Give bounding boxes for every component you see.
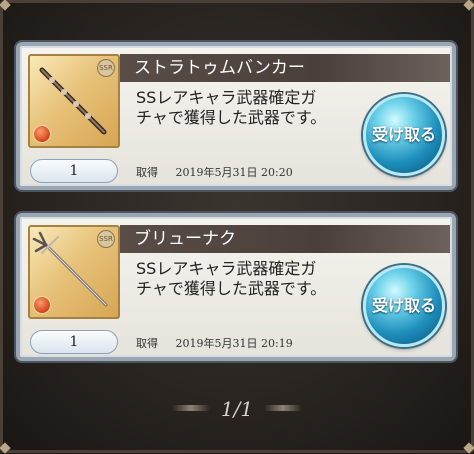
ssr-rarity-badge: SSR <box>97 59 115 77</box>
item-count: 1 <box>30 159 118 183</box>
item-description: SSレアキャラ武器確定ガ チャで獲得した武器です。 <box>136 88 350 128</box>
gift-item-card: SSR ブリューナク SSレアキャラ武器確定ガ チャで獲得した武器です。 1 取… <box>16 213 456 361</box>
frame-corner-ornament <box>463 0 474 11</box>
description-line: チャで獲得した武器です。 <box>136 279 327 298</box>
fire-element-icon <box>33 125 51 143</box>
weapon-thumbnail: SSR <box>28 54 120 148</box>
item-name: ストラトゥムバンカー <box>120 54 450 82</box>
description-line: SSレアキャラ武器確定ガ <box>136 88 317 107</box>
item-count: 1 <box>30 330 118 354</box>
fire-element-icon <box>33 296 51 314</box>
pager-next-ornament[interactable] <box>264 405 302 411</box>
ssr-rarity-badge: SSR <box>97 230 115 248</box>
receive-button[interactable]: 受け取る <box>363 265 445 347</box>
receive-button[interactable]: 受け取る <box>363 94 445 176</box>
frame-corner-ornament <box>0 442 11 454</box>
description-line: SSレアキャラ武器確定ガ <box>136 259 317 278</box>
acquired-date: 2019年5月31日 20:19 <box>175 337 293 350</box>
frame-corner-ornament <box>463 442 474 454</box>
acquired-info: 取得 2019年5月31日 20:19 <box>136 335 293 351</box>
gift-item-card: SSR ストラトゥムバンカー SSレアキャラ武器確定ガ チャで獲得した武器です。… <box>16 42 456 190</box>
acquired-info: 取得 2019年5月31日 20:20 <box>136 164 293 180</box>
item-name: ブリューナク <box>120 225 450 253</box>
page-indicator: 1/1 <box>220 397 254 421</box>
weapon-thumbnail: SSR <box>28 225 120 319</box>
item-description: SSレアキャラ武器確定ガ チャで獲得した武器です。 <box>136 259 350 299</box>
acquired-label: 取得 <box>136 166 158 179</box>
description-line: チャで獲得した武器です。 <box>136 108 327 127</box>
acquired-label: 取得 <box>136 337 158 350</box>
frame-corner-ornament <box>0 0 11 11</box>
acquired-date: 2019年5月31日 20:20 <box>175 166 293 179</box>
